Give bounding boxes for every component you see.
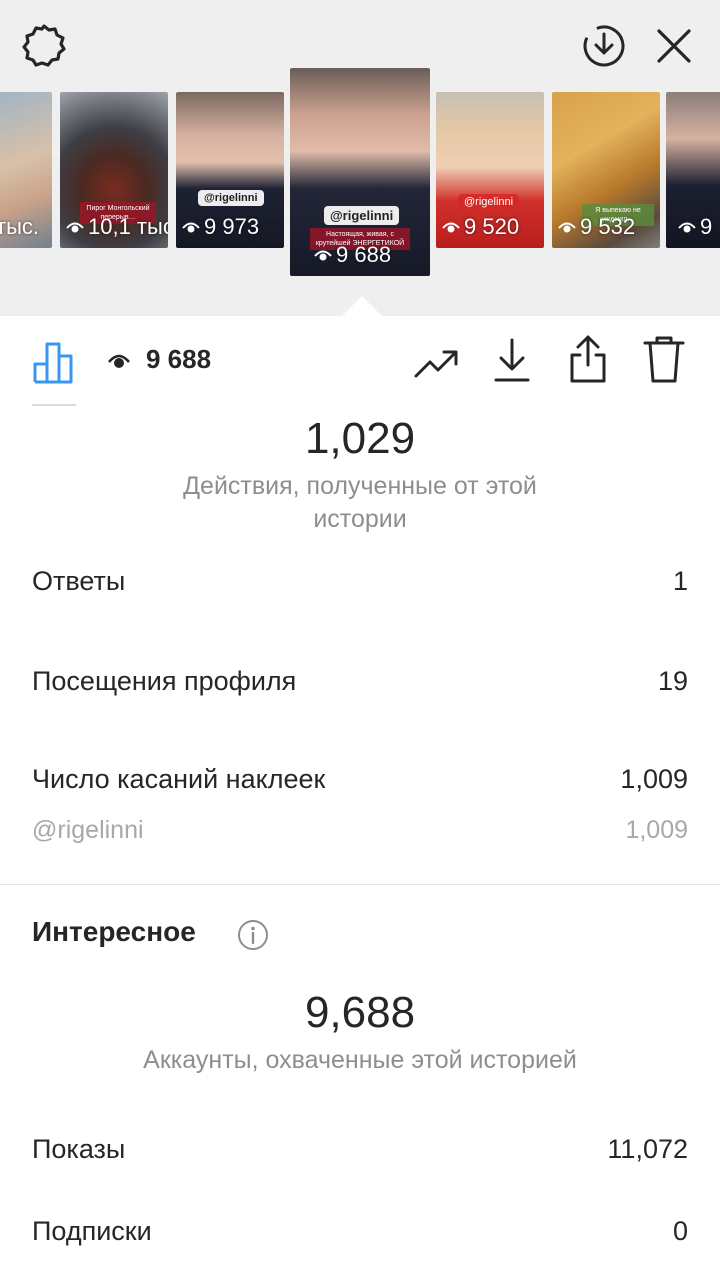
metric-label: Показы bbox=[32, 1134, 126, 1164]
story-view-count: 9 688 bbox=[146, 344, 212, 374]
story-thumbnail[interactable]: тыс. bbox=[0, 92, 52, 248]
eye-icon bbox=[314, 242, 332, 268]
thumbnail-view-count: 9 532 bbox=[558, 214, 635, 240]
trash-icon[interactable] bbox=[638, 332, 690, 386]
metric-label: Ответы bbox=[32, 566, 126, 596]
thumbnail-view-count: тыс. bbox=[0, 214, 40, 239]
story-thumbnail[interactable]: @rigelinni 9 520 bbox=[436, 92, 544, 248]
thumbnail-view-count: 10,1 тыс. bbox=[66, 214, 168, 240]
metric-value: 0 bbox=[672, 1216, 688, 1246]
reach-total: 9,688 bbox=[304, 988, 416, 1037]
discovery-title: Интересное bbox=[32, 916, 196, 947]
mention-sticker: @rigelinni bbox=[324, 206, 400, 225]
thumbnail-view-count: 9 973 bbox=[182, 214, 259, 240]
story-thumbnail[interactable]: @rigelinni 9 973 bbox=[176, 92, 284, 248]
eye-icon bbox=[182, 214, 200, 240]
info-icon[interactable] bbox=[236, 918, 270, 952]
eye-icon bbox=[558, 214, 576, 240]
metric-value: 11,072 bbox=[607, 1134, 688, 1164]
mention-sticker: @rigelinni bbox=[458, 194, 520, 210]
metric-value: 1 bbox=[672, 566, 688, 596]
thumbnail-view-count: 9 688 bbox=[314, 242, 391, 268]
story-toolbar: 9 688 bbox=[0, 316, 720, 406]
story-thumbnail[interactable]: 9 bbox=[666, 92, 720, 248]
mention-value: 1,009 bbox=[625, 816, 688, 844]
gear-icon[interactable] bbox=[18, 20, 70, 72]
download-icon[interactable] bbox=[488, 334, 536, 386]
eye-icon bbox=[104, 346, 134, 376]
story-thumbnail-selected[interactable]: @rigelinni Настоящая, живая, с крутейшей… bbox=[290, 68, 430, 276]
metric-label: Число касаний наклеек bbox=[32, 764, 326, 794]
selected-story-pointer bbox=[340, 296, 384, 318]
section-divider bbox=[0, 884, 720, 885]
metric-label: Посещения профиля bbox=[32, 666, 297, 696]
story-thumbnail[interactable]: Пирог Монгольский перерыв… 10,1 тыс. bbox=[60, 92, 168, 248]
metric-label: Подписки bbox=[32, 1216, 152, 1246]
eye-icon bbox=[66, 214, 84, 240]
close-icon[interactable] bbox=[650, 22, 698, 70]
eye-icon bbox=[678, 214, 696, 240]
metric-value: 1,009 bbox=[620, 764, 688, 794]
stories-header: тыс. Пирог Монгольский перерыв… 10,1 тыс… bbox=[0, 0, 720, 316]
story-thumbnails-strip[interactable]: тыс. Пирог Монгольский перерыв… 10,1 тыс… bbox=[0, 68, 720, 278]
tab-underline bbox=[32, 404, 76, 406]
trending-icon[interactable] bbox=[410, 338, 462, 386]
eye-icon bbox=[442, 214, 460, 240]
share-icon[interactable] bbox=[562, 332, 614, 386]
mention-sticker: @rigelinni bbox=[198, 190, 264, 206]
download-circle-icon[interactable] bbox=[580, 22, 628, 70]
thumbnail-view-count: 9 bbox=[678, 214, 712, 240]
mention-label: @rigelinni bbox=[32, 816, 144, 844]
actions-total: 1,029 bbox=[304, 414, 416, 463]
insights-bar-icon[interactable] bbox=[28, 336, 80, 386]
story-thumbnail[interactable]: Я выпекаю не ущемил… 9 532 bbox=[552, 92, 660, 248]
metric-value: 19 bbox=[657, 666, 688, 696]
reach-caption: Аккаунты, охваченные этой историей bbox=[143, 1046, 577, 1074]
actions-caption: Действия, полученные от этой истории bbox=[183, 472, 537, 533]
thumbnail-view-count: 9 520 bbox=[442, 214, 519, 240]
